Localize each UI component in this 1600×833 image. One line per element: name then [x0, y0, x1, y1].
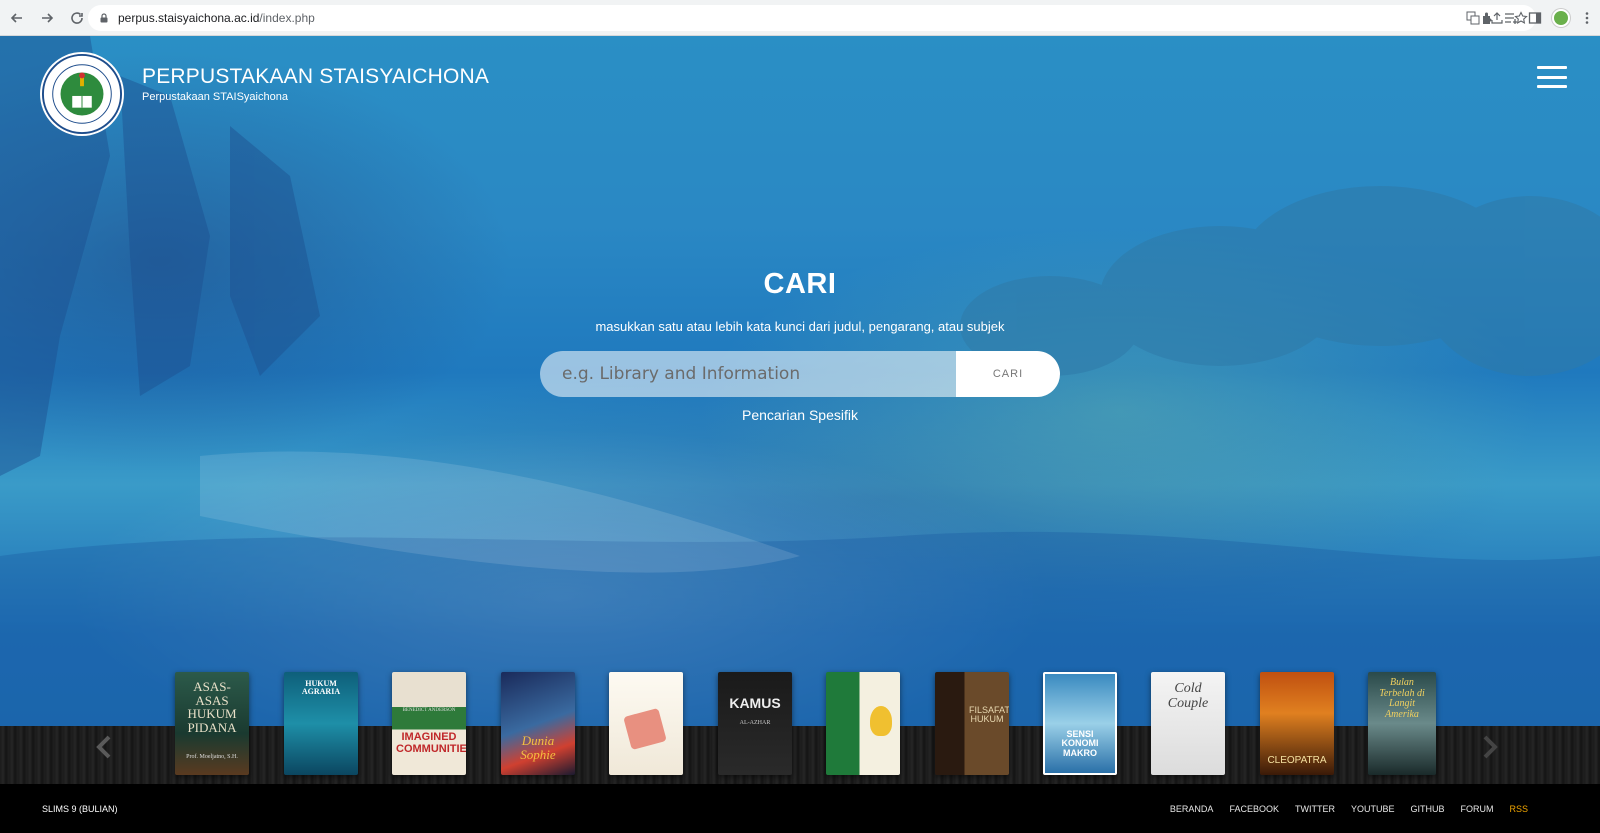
- advanced-search-link[interactable]: Pencarian Spesifik: [742, 407, 858, 423]
- book-title: SENSI KONOMI MAKRO: [1061, 729, 1099, 758]
- book-author: AL-AZHAR: [739, 720, 771, 726]
- book-title: ASAS-ASAS HUKUM PIDANA: [187, 679, 237, 735]
- book-cover[interactable]: Dunia Sophie: [501, 672, 575, 775]
- book-cover[interactable]: CLEOPATRA: [1260, 672, 1334, 775]
- footer-link-beranda[interactable]: BERANDA: [1170, 804, 1214, 814]
- more-menu-icon[interactable]: [1580, 11, 1594, 25]
- footer-link-rss[interactable]: RSS: [1509, 804, 1528, 814]
- book-cover[interactable]: FILSAFAT HUKUM: [935, 672, 1009, 775]
- book-title: CLEOPATRA: [1267, 755, 1327, 766]
- back-button[interactable]: [4, 5, 30, 31]
- footer-link-youtube[interactable]: YOUTUBE: [1351, 804, 1395, 814]
- site-brand[interactable]: PERPUSTAKAAN STAISYAICHONA Perpustakaan …: [40, 52, 489, 136]
- address-bar[interactable]: perpus.staisyaichona.ac.id/index.php: [88, 5, 1536, 31]
- reload-button[interactable]: [64, 5, 90, 31]
- arrow-right-icon: [42, 12, 54, 23]
- search-section: CARI masukkan satu atau lebih kata kunci…: [0, 268, 1600, 425]
- search-hint: masukkan satu atau lebih kata kunci dari…: [595, 319, 1005, 334]
- chevron-right-icon: [1483, 735, 1498, 759]
- book-cover[interactable]: [826, 672, 900, 775]
- chevron-left-icon: [96, 735, 111, 759]
- search-button[interactable]: CARI: [956, 351, 1060, 397]
- book-title: IMAGINED COMMUNITIES: [396, 731, 466, 755]
- book-cover[interactable]: KAMUS AL-AZHAR: [718, 672, 792, 775]
- footer-link-forum[interactable]: FORUM: [1460, 804, 1493, 814]
- search-title: CARI: [763, 268, 837, 300]
- browser-toolbar: perpus.staisyaichona.ac.id/index.php: [0, 0, 1600, 36]
- book-title: KAMUS: [729, 695, 781, 711]
- book-cover[interactable]: Cold Couple: [1151, 672, 1225, 775]
- book-author: Prof. Moeljatno, S.H.: [186, 754, 238, 760]
- forward-button[interactable]: [34, 5, 60, 31]
- book-cover[interactable]: SENSI KONOMI MAKRO: [1043, 672, 1117, 775]
- url-host: perpus.staisyaichona.ac.id: [118, 11, 260, 25]
- reload-icon: [71, 11, 83, 24]
- footer-link-facebook[interactable]: FACEBOOK: [1229, 804, 1279, 814]
- book-cover[interactable]: ASAS-ASAS HUKUM PIDANA Prof. Moeljatno, …: [175, 672, 249, 775]
- book-author: BENEDICT ANDERSON: [402, 708, 456, 713]
- site-subtitle: Perpustakaan STAISyaichona: [142, 91, 288, 103]
- book-cover[interactable]: [609, 672, 683, 775]
- slims-version: SLIMS 9 (BULIAN): [42, 804, 118, 814]
- site-footer: SLIMS 9 (BULIAN) BERANDA FACEBOOK TWITTE…: [0, 784, 1600, 833]
- footer-link-twitter[interactable]: TWITTER: [1295, 804, 1335, 814]
- book-title: Dunia Sophie: [520, 733, 556, 762]
- book-title: HUKUM AGRARIA: [301, 679, 341, 697]
- footer-link-github[interactable]: GITHUB: [1410, 804, 1444, 814]
- book-cover[interactable]: HUKUM AGRARIA: [284, 672, 358, 775]
- book-title: Bulan Terbelah di Langit Amerika: [1379, 677, 1425, 720]
- book-cover[interactable]: Bulan Terbelah di Langit Amerika: [1368, 672, 1436, 775]
- carousel-next-button[interactable]: [1478, 732, 1502, 762]
- extensions-icon[interactable]: [1480, 11, 1494, 25]
- search-input[interactable]: [540, 351, 956, 397]
- site-title: PERPUSTAKAAN STAISYAICHONA: [142, 65, 490, 88]
- side-panel-icon[interactable]: [1528, 11, 1542, 25]
- book-cover[interactable]: BENEDICT ANDERSON IMAGINED COMMUNITIES: [392, 672, 466, 775]
- stais-logo: [40, 52, 124, 136]
- profile-avatar[interactable]: [1552, 9, 1570, 27]
- book-title: Cold Couple: [1167, 681, 1209, 711]
- search-form: CARI: [540, 351, 1060, 397]
- lock-icon: [98, 12, 110, 24]
- url-path: /index.php: [259, 11, 315, 25]
- arrow-left-icon: [10, 12, 22, 23]
- hamburger-menu-icon[interactable]: [1537, 66, 1567, 88]
- reading-list-icon[interactable]: [1504, 11, 1518, 25]
- translate-icon[interactable]: [1466, 11, 1480, 25]
- book-title: FILSAFAT HUKUM: [969, 705, 1009, 725]
- carousel-prev-button[interactable]: [92, 732, 116, 762]
- footer-nav: BERANDA FACEBOOK TWITTER YOUTUBE GITHUB …: [1170, 804, 1528, 814]
